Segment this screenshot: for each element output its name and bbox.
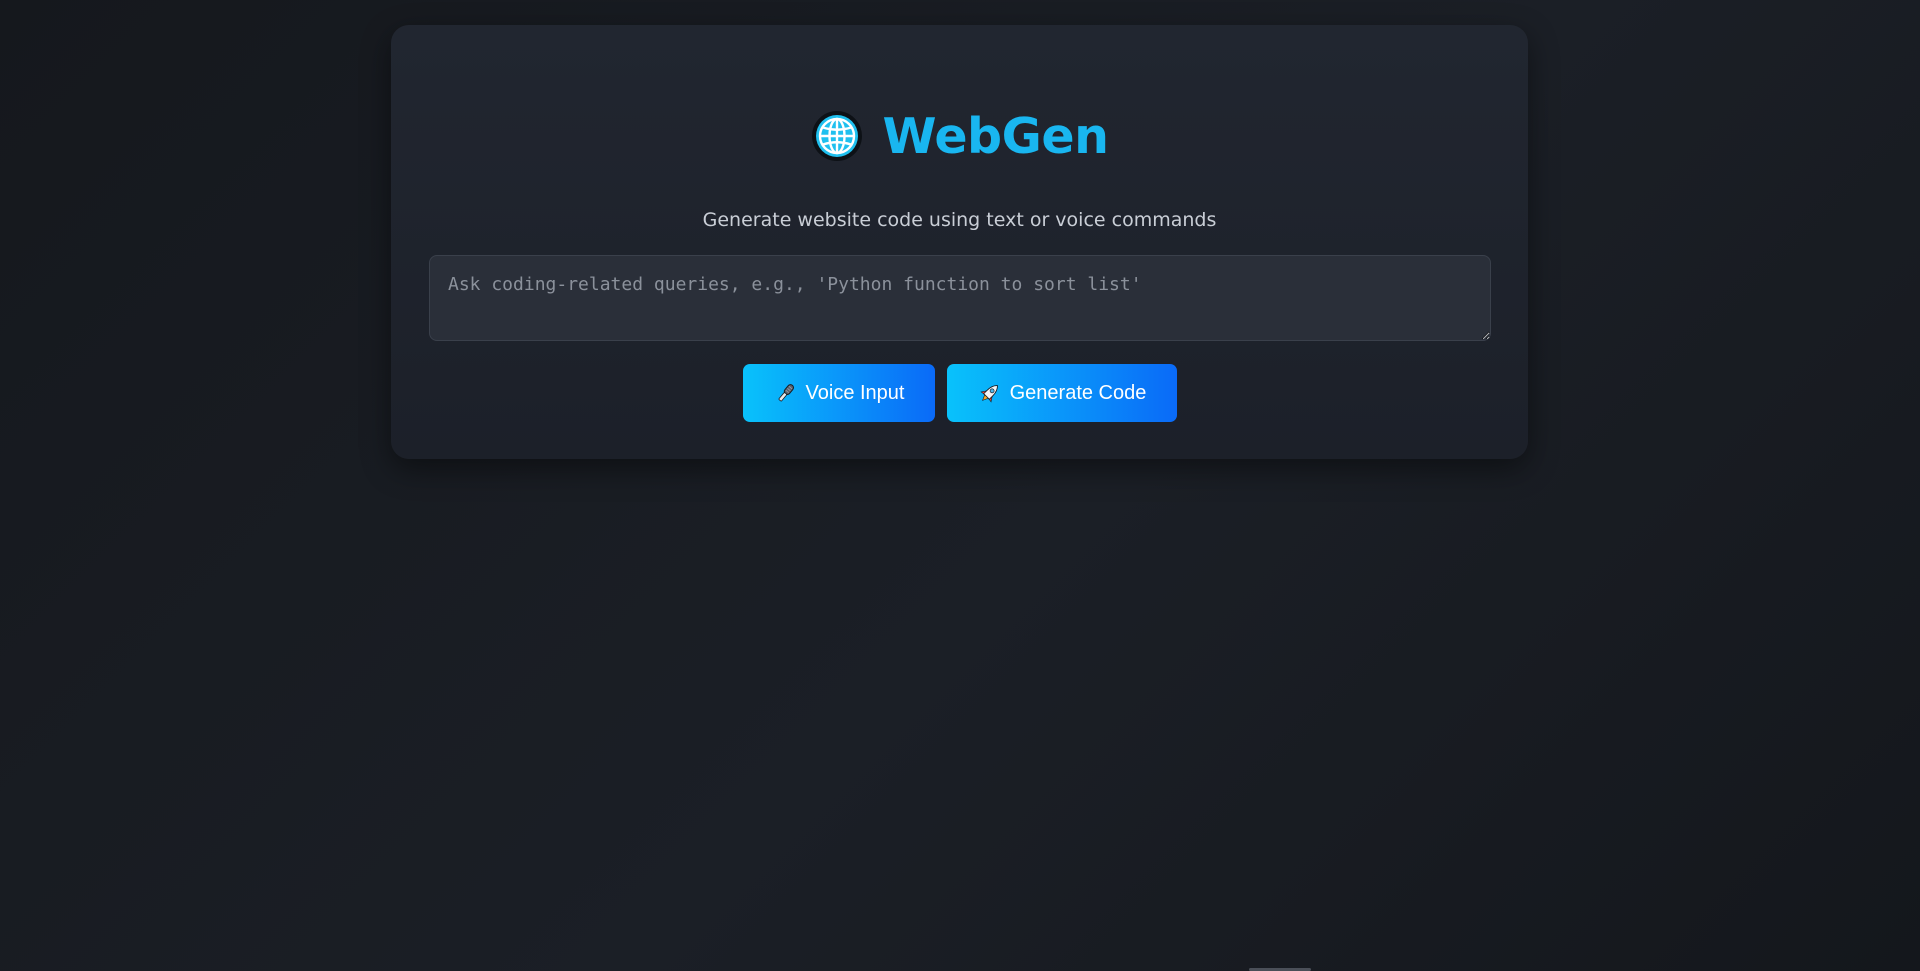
voice-input-button[interactable]: Voice Input	[743, 364, 935, 422]
generate-code-label: Generate Code	[1009, 381, 1147, 404]
microphone-icon	[774, 381, 798, 405]
voice-input-label: Voice Input	[805, 381, 905, 404]
main-card: WebGen Generate website code using text …	[391, 25, 1528, 459]
app-subtitle: Generate website code using text or voic…	[702, 209, 1217, 231]
rocket-icon	[978, 381, 1002, 405]
header: WebGen	[391, 101, 1528, 171]
query-input[interactable]	[429, 255, 1491, 341]
app-title: WebGen	[882, 107, 1109, 165]
generate-code-button[interactable]: Generate Code	[947, 364, 1177, 422]
globe-icon	[811, 110, 863, 162]
